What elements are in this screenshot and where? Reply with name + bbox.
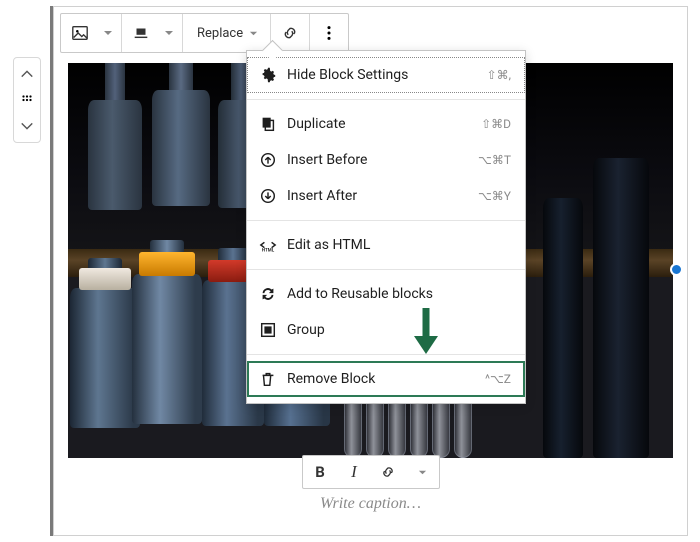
insert-after-icon [259, 187, 277, 205]
menu-shortcut: ⌥⌘T [478, 153, 511, 167]
caret-down-icon [249, 29, 258, 38]
menu-group[interactable]: Group [247, 312, 525, 348]
gear-icon [259, 66, 277, 84]
caption-placeholder: Write caption… [320, 495, 421, 512]
caption-input[interactable]: Write caption… [54, 495, 687, 513]
insert-before-icon [259, 151, 277, 169]
menu-label: Hide Block Settings [287, 67, 477, 83]
align-caret[interactable] [158, 14, 180, 52]
menu-add-reusable[interactable]: Add to Reusable blocks [247, 276, 525, 312]
more-vertical-icon [320, 24, 338, 42]
block-type-caret[interactable] [97, 14, 119, 52]
link-icon [281, 24, 299, 42]
block-mover-controls [13, 57, 41, 143]
move-up-button[interactable] [15, 62, 39, 86]
align-button[interactable] [124, 14, 158, 52]
caption-more-button[interactable] [405, 456, 439, 488]
menu-edit-html[interactable]: HTML Edit as HTML [247, 227, 525, 263]
chevron-down-icon [20, 119, 34, 133]
menu-shortcut: ⌥⌘Y [478, 189, 511, 203]
svg-text:HTML: HTML [262, 247, 275, 253]
italic-button[interactable]: I [337, 456, 371, 488]
menu-label: Insert Before [287, 152, 468, 168]
caret-down-icon [164, 28, 174, 38]
caret-down-icon [103, 28, 113, 38]
caret-down-icon [418, 468, 427, 477]
menu-duplicate[interactable]: Duplicate ⇧⌘D [247, 106, 525, 142]
chevron-up-icon [20, 67, 34, 81]
menu-label: Remove Block [287, 371, 475, 387]
link-icon [380, 464, 396, 480]
replace-label: Replace [197, 26, 243, 41]
block-options-menu: Hide Block Settings ⇧⌘, Duplicate ⇧⌘D In… [246, 50, 526, 404]
align-icon [132, 24, 150, 42]
block-toolbar: Replace [60, 13, 349, 53]
menu-hide-block-settings[interactable]: Hide Block Settings ⇧⌘, [247, 57, 525, 93]
menu-insert-after[interactable]: Insert After ⌥⌘Y [247, 178, 525, 214]
html-icon: HTML [259, 236, 277, 254]
caption-link-button[interactable] [371, 456, 405, 488]
menu-shortcut: ^⌥Z [485, 372, 511, 386]
group-icon [259, 321, 277, 339]
menu-label: Group [287, 322, 511, 338]
trash-icon [259, 370, 277, 388]
menu-label: Add to Reusable blocks [287, 286, 511, 302]
replace-button[interactable]: Replace [185, 14, 268, 52]
duplicate-icon [259, 115, 277, 133]
resize-handle-right[interactable] [670, 263, 683, 276]
menu-insert-before[interactable]: Insert Before ⌥⌘T [247, 142, 525, 178]
reusable-icon [259, 285, 277, 303]
bold-button[interactable]: B [303, 456, 337, 488]
caption-toolbar: B I [302, 455, 440, 489]
block-type-button[interactable] [63, 14, 97, 52]
menu-shortcut: ⇧⌘, [487, 68, 511, 82]
menu-label: Duplicate [287, 116, 471, 132]
move-down-button[interactable] [15, 114, 39, 138]
menu-label: Edit as HTML [287, 237, 511, 253]
drag-handle[interactable] [15, 88, 39, 112]
menu-remove-block[interactable]: Remove Block ^⌥Z [247, 361, 525, 397]
menu-label: Insert After [287, 188, 468, 204]
image-icon [71, 24, 89, 42]
more-options-button[interactable] [312, 14, 346, 52]
menu-shortcut: ⇧⌘D [481, 117, 511, 131]
drag-dots-icon [20, 93, 34, 107]
